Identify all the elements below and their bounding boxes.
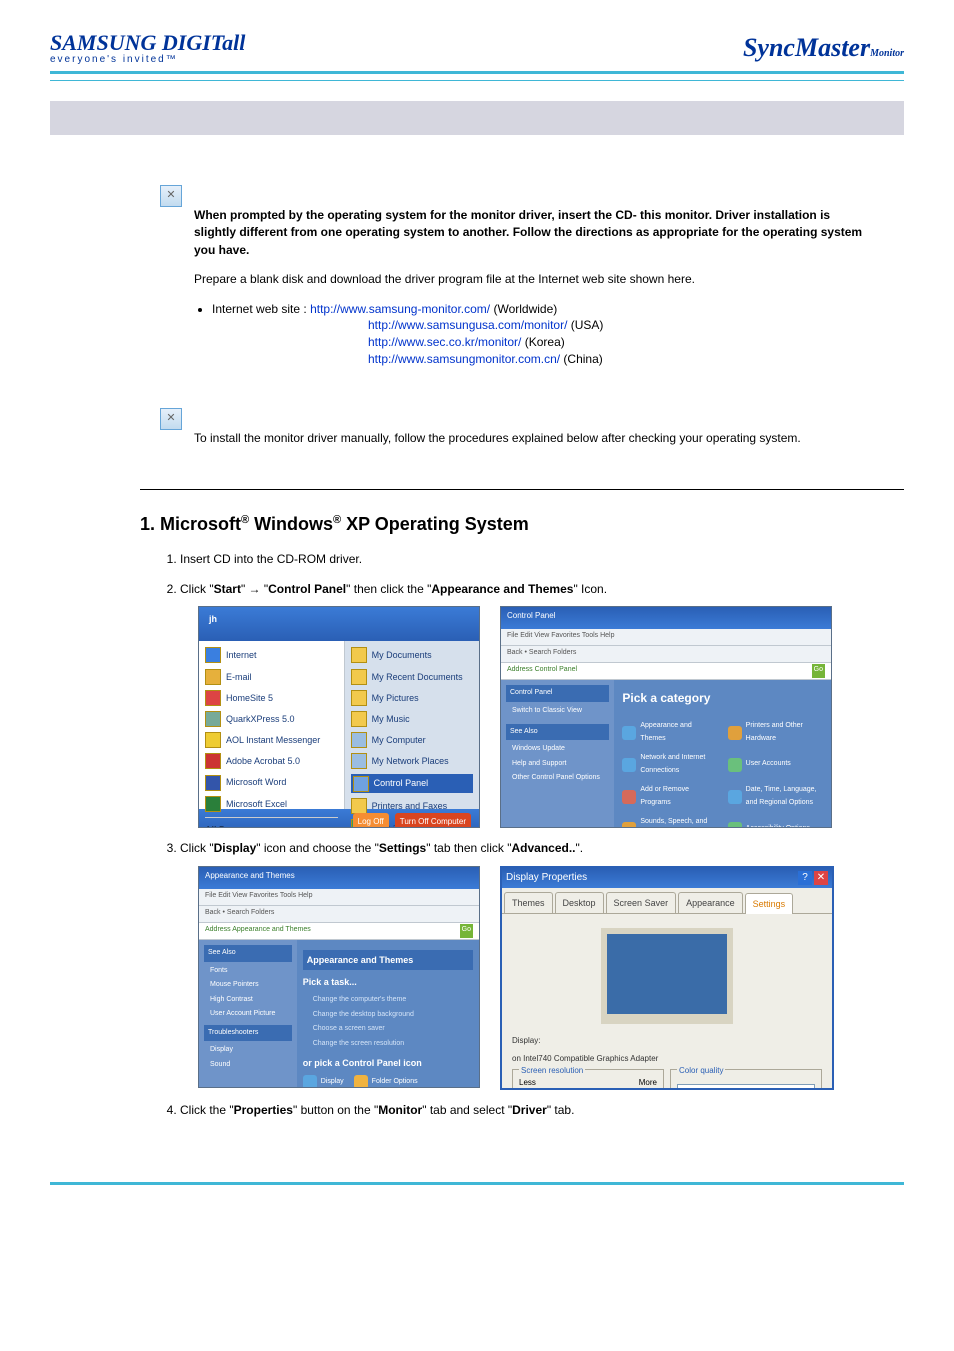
link-worldwide-suffix: (Worldwide): [490, 302, 557, 316]
link-usa-suffix: (USA): [567, 318, 603, 332]
links-list: Internet web site : http://www.samsung-m…: [212, 301, 874, 318]
doc-header: SAMSUNG DIGITall everyone's invited™ Syn…: [50, 30, 904, 65]
bullet-label: Internet web site :: [212, 302, 310, 316]
title-prefix: 1. Microsoft: [140, 514, 241, 534]
link-korea[interactable]: http://www.sec.co.kr/monitor/: [368, 335, 521, 349]
intro-bold-text: When prompted by the operating system fo…: [194, 207, 868, 259]
brand-top-text: SAMSUNG DIGITall: [50, 30, 245, 56]
link-china[interactable]: http://www.samsungmonitor.com.cn/: [368, 352, 560, 366]
brand-right: SyncMasterMonitor: [743, 33, 904, 63]
step-4: Click the "Properties" button on the "Mo…: [180, 1100, 904, 1122]
brand-left: SAMSUNG DIGITall everyone's invited™: [50, 30, 245, 65]
header-rule-thin: [50, 80, 904, 81]
footer-rule: [50, 1182, 904, 1185]
dp-tabs: Themes Desktop Screen Saver Appearance S…: [502, 888, 832, 914]
title-mid: Windows: [249, 514, 333, 534]
section-title: 1. Microsoft® Windows® XP Operating Syst…: [140, 514, 904, 535]
steps-list: Insert CD into the CD-ROM driver. Click …: [180, 549, 904, 1121]
step-1: Insert CD into the CD-ROM driver.: [180, 549, 904, 571]
intro-block: ✕ When prompted by the operating system …: [160, 185, 874, 271]
header-rule-thick: [50, 71, 904, 74]
manual-install-text: To install the monitor driver manually, …: [194, 430, 868, 447]
info-icon-2: ✕: [160, 408, 182, 430]
nav-placeholder: [50, 101, 904, 135]
dp-monitor-preview: [601, 928, 733, 1024]
title-reg2: ®: [333, 514, 341, 526]
dp-window-controls: ?✕: [796, 869, 828, 887]
link-korea-suffix: (Korea): [521, 335, 564, 349]
title-suffix: XP Operating System: [341, 514, 529, 534]
screenshot-start-menu: jh Internet E-mail HomeSite 5 QuarkXPres…: [198, 606, 480, 828]
dp-title-text: Display Properties: [506, 869, 587, 887]
brand-sub-text: everyone's invited™: [50, 54, 245, 65]
screenshot-appearance-themes: Appearance and Themes File Edit View Fav…: [198, 866, 480, 1088]
logoff-button: Log Off: [353, 813, 389, 828]
link-usa[interactable]: http://www.samsungusa.com/monitor/: [368, 318, 567, 332]
step-3: Click "Display" icon and choose the "Set…: [180, 838, 904, 1090]
manual-install-block: ✕ To install the monitor driver manually…: [160, 408, 874, 459]
link-china-suffix: (China): [560, 352, 603, 366]
startmenu-user: jh: [199, 607, 479, 641]
brand-right-sub: Monitor: [870, 48, 904, 59]
prepare-text: Prepare a blank disk and download the dr…: [194, 271, 874, 288]
turnoff-button: Turn Off Computer: [395, 813, 471, 828]
info-icon: ✕: [160, 185, 182, 207]
title-reg1: ®: [241, 514, 249, 526]
step-2: Click "Start" → "Control Panel" then cli…: [180, 579, 904, 829]
screenshot-control-panel: Control Panel File Edit View Favorites T…: [500, 606, 832, 828]
brand-right-text: SyncMaster: [743, 33, 870, 62]
link-worldwide[interactable]: http://www.samsung-monitor.com/: [310, 302, 490, 316]
section-separator: [140, 489, 904, 490]
screenshot-display-properties: Display Properties ?✕ Themes Desktop Scr…: [500, 866, 834, 1090]
